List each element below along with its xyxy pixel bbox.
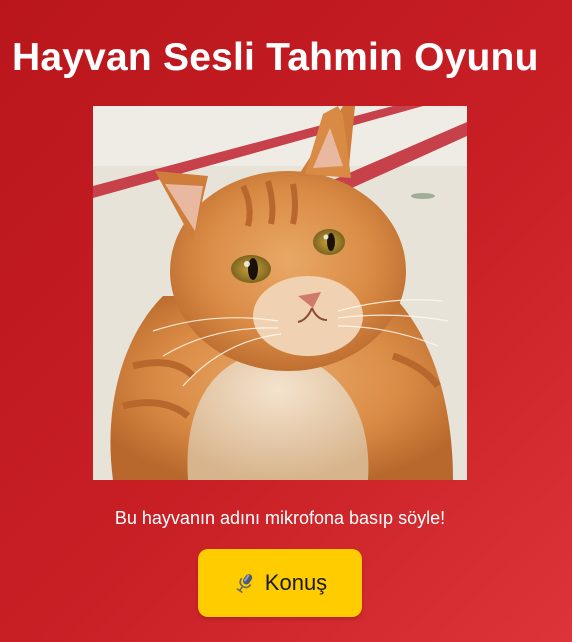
animal-photo <box>93 106 467 480</box>
speak-button[interactable]: Konuş <box>198 549 362 617</box>
instruction-text: Bu hayvanın adını mikrofona basıp söyle! <box>114 508 446 528</box>
microphone-icon <box>233 571 257 595</box>
cat-image <box>93 106 467 480</box>
page-title: Hayvan Sesli Tahmin Oyunu <box>12 36 539 79</box>
speak-button-label: Konuş <box>264 570 328 595</box>
